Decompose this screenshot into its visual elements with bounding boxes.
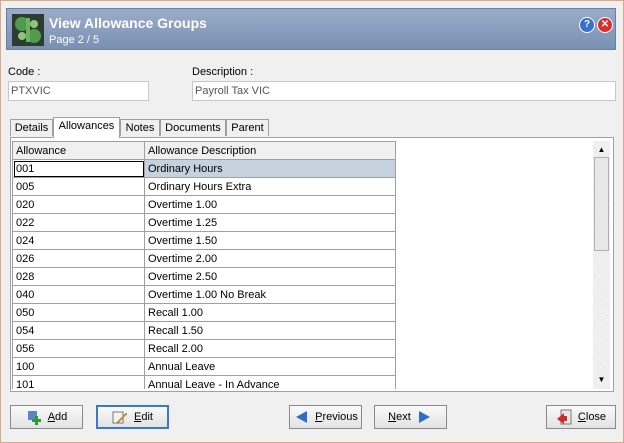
previous-button[interactable]: Previous <box>289 405 362 429</box>
next-button-label: Next <box>388 411 411 423</box>
scroll-down-icon[interactable]: ▼ <box>593 373 610 387</box>
code-label: Code : <box>8 66 41 78</box>
grid-divider <box>395 141 396 389</box>
allowance-code-cell[interactable]: 040 <box>12 285 145 304</box>
page-indicator: Page 2 / 5 <box>49 34 100 46</box>
allowance-description-cell[interactable]: Ordinary Hours <box>144 159 395 178</box>
allowance-description-cell[interactable]: Overtime 1.00 <box>144 195 395 214</box>
table-row[interactable]: 024 Overtime 1.50 <box>12 231 395 250</box>
app-logo-icon <box>12 14 44 46</box>
add-icon <box>27 411 41 425</box>
allowance-code-cell[interactable]: 020 <box>12 195 145 214</box>
allowance-description-cell[interactable]: Recall 1.00 <box>144 303 395 322</box>
table-row[interactable]: 101 Annual Leave - In Advance <box>12 375 395 389</box>
tab-parent[interactable]: Parent <box>226 119 269 136</box>
add-button[interactable]: Add <box>10 405 83 429</box>
tab-allowances[interactable]: Allowances <box>53 117 120 138</box>
description-field[interactable]: Payroll Tax VIC <box>192 81 616 101</box>
allowance-description-cell[interactable]: Overtime 1.50 <box>144 231 395 250</box>
allowance-code-cell[interactable]: 028 <box>12 267 145 286</box>
table-row[interactable]: 020 Overtime 1.00 <box>12 195 395 214</box>
table-row[interactable]: 040 Overtime 1.00 No Break <box>12 285 395 304</box>
allowance-description-cell[interactable]: Recall 1.50 <box>144 321 395 340</box>
allowance-description-cell[interactable]: Ordinary Hours Extra <box>144 177 395 196</box>
column-header-description[interactable]: Allowance Description <box>144 141 395 160</box>
allowance-code-cell[interactable]: 022 <box>12 213 145 232</box>
allowance-description-cell[interactable]: Overtime 1.25 <box>144 213 395 232</box>
allowance-code-cell[interactable]: 101 <box>12 375 145 389</box>
close-button-label: Close <box>577 411 607 423</box>
previous-button-label: Previous <box>315 411 358 423</box>
edit-icon <box>112 411 128 424</box>
vertical-scrollbar[interactable]: ▲ ▼ <box>593 141 610 389</box>
column-header-allowance[interactable]: Allowance <box>12 141 145 160</box>
help-icon[interactable]: ? <box>579 17 595 33</box>
tab-details[interactable]: Details <box>10 119 53 136</box>
allowance-description-cell[interactable]: Annual Leave - In Advance <box>144 375 395 389</box>
allowance-code-cell[interactable]: 050 <box>12 303 145 322</box>
table-row[interactable]: 022 Overtime 1.25 <box>12 213 395 232</box>
allowance-code-cell[interactable]: 024 <box>12 231 145 250</box>
arrow-left-icon <box>296 411 308 423</box>
table-row[interactable]: 056 Recall 2.00 <box>12 339 395 358</box>
header-bar: View Allowance Groups Page 2 / 5 ? ✕ <box>6 8 616 50</box>
edit-button-label: Edit <box>134 411 153 423</box>
allowance-grid[interactable]: Allowance Allowance Description 001 Ordin… <box>12 141 395 389</box>
allowance-code-cell[interactable]: 005 <box>12 177 145 196</box>
arrow-right-icon <box>418 411 430 423</box>
code-field[interactable]: PTXVIC <box>8 81 149 101</box>
allowance-description-cell[interactable]: Overtime 2.00 <box>144 249 395 268</box>
table-row[interactable]: 050 Recall 1.00 <box>12 303 395 322</box>
page-title: View Allowance Groups <box>49 15 207 31</box>
scroll-up-icon[interactable]: ▲ <box>593 143 610 157</box>
table-row[interactable]: 028 Overtime 2.50 <box>12 267 395 286</box>
grid-header-row: Allowance Allowance Description <box>12 141 395 160</box>
allowance-code-cell[interactable]: 054 <box>12 321 145 340</box>
table-row[interactable]: 054 Recall 1.50 <box>12 321 395 340</box>
allowance-code-cell[interactable]: 100 <box>12 357 145 376</box>
allowance-description-cell[interactable]: Annual Leave <box>144 357 395 376</box>
allowance-code-cell[interactable]: 001 <box>12 159 145 178</box>
allowance-code-cell[interactable]: 056 <box>12 339 145 358</box>
tab-documents[interactable]: Documents <box>160 119 226 136</box>
allowance-description-cell[interactable]: Recall 2.00 <box>144 339 395 358</box>
close-button[interactable]: Close <box>546 405 616 429</box>
tab-notes[interactable]: Notes <box>120 119 160 136</box>
table-row[interactable]: 005 Ordinary Hours Extra <box>12 177 395 196</box>
allowance-description-cell[interactable]: Overtime 1.00 No Break <box>144 285 395 304</box>
description-label: Description : <box>192 66 254 78</box>
table-row[interactable]: 100 Annual Leave <box>12 357 395 376</box>
scroll-thumb[interactable] <box>594 157 609 251</box>
next-button[interactable]: Next <box>374 405 447 429</box>
edit-button[interactable]: Edit <box>96 405 169 429</box>
table-row[interactable]: 026 Overtime 2.00 <box>12 249 395 268</box>
add-button-label: Add <box>47 411 68 423</box>
exit-icon <box>556 409 572 425</box>
close-icon[interactable]: ✕ <box>597 17 613 33</box>
table-row[interactable]: 001 Ordinary Hours <box>12 159 395 178</box>
allowance-description-cell[interactable]: Overtime 2.50 <box>144 267 395 286</box>
allowance-code-cell[interactable]: 026 <box>12 249 145 268</box>
